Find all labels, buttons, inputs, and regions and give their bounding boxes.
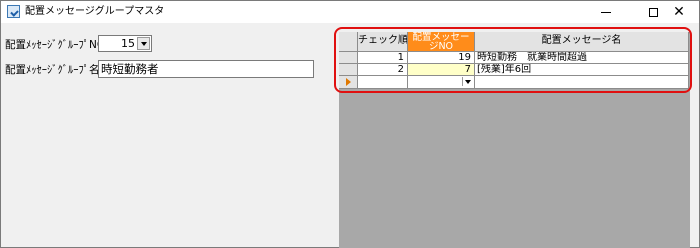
cell-check-order[interactable]: [358, 76, 408, 89]
chevron-down-icon: [140, 41, 147, 46]
main-window: 配置メッセージグループマスタ ✕ 配置ﾒｯｾｰｼﾞｸﾞﾙｰﾌﾟNO 15 配置ﾒ…: [0, 0, 700, 248]
cell-dropdown-button[interactable]: [462, 77, 472, 86]
cell-message-no-combo[interactable]: [408, 76, 475, 89]
group-no-select[interactable]: 15: [98, 35, 152, 52]
cell-message-name[interactable]: [475, 76, 689, 89]
close-button[interactable]: ✕: [659, 1, 699, 23]
column-header-message-no-line2: ジNO: [428, 41, 454, 52]
cell-message-no[interactable]: 19: [408, 52, 475, 64]
minimize-button[interactable]: [586, 1, 626, 23]
maximize-icon: [648, 7, 658, 17]
message-grid-area: チェック順 配置メッセー ジNO 配置メッセージ名 1 19 時短勤務 就業時間…: [339, 32, 690, 248]
column-header-message-name[interactable]: 配置メッセージ名: [475, 32, 689, 52]
row-header-current[interactable]: [339, 76, 358, 89]
cell-check-order[interactable]: 1: [358, 52, 408, 64]
group-name-input[interactable]: 時短勤務者: [98, 60, 314, 78]
row-header[interactable]: [339, 64, 358, 76]
minimize-icon: [601, 11, 611, 13]
chevron-down-icon: [464, 79, 471, 84]
title-bar[interactable]: 配置メッセージグループマスタ ✕: [1, 1, 699, 23]
group-name-label: 配置ﾒｯｾｰｼﾞｸﾞﾙｰﾌﾟ名: [5, 64, 100, 76]
column-header-check-order[interactable]: チェック順: [358, 32, 408, 52]
group-no-label: 配置ﾒｯｾｰｼﾞｸﾞﾙｰﾌﾟNO: [5, 39, 106, 51]
cell-message-name[interactable]: 時短勤務 就業時間超過: [475, 52, 689, 64]
app-icon: [7, 5, 20, 18]
cell-message-name[interactable]: [残業]年6回: [475, 64, 689, 76]
row-pointer-icon: [346, 78, 351, 86]
grid-corner-header: [339, 32, 358, 52]
row-header[interactable]: [339, 52, 358, 64]
cell-check-order[interactable]: 2: [358, 64, 408, 76]
window-title: 配置メッセージグループマスタ: [25, 6, 165, 17]
column-header-message-no[interactable]: 配置メッセー ジNO: [408, 32, 475, 52]
group-no-value: 15: [121, 37, 135, 50]
cell-message-no[interactable]: 7: [408, 64, 475, 76]
group-no-dropdown-button[interactable]: [137, 37, 150, 50]
